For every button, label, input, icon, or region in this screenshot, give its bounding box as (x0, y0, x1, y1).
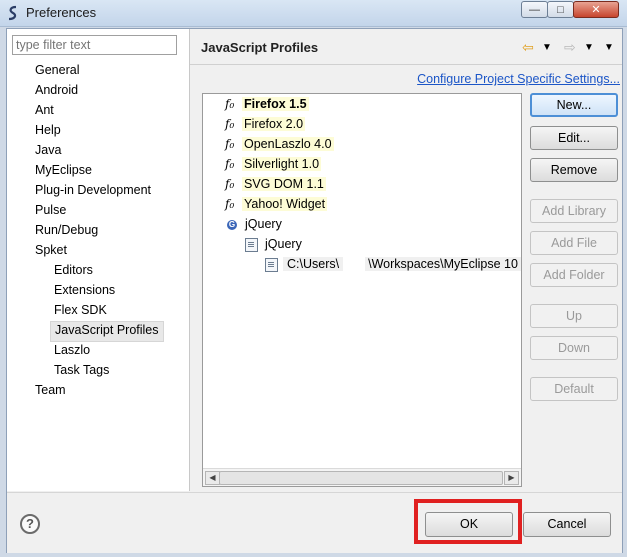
profile-item[interactable]: f₀ Yahoo! Widget (225, 195, 328, 214)
dialog-body: GeneralAndroidAntHelpJavaMyEclipsePlug-i… (6, 28, 623, 553)
tree-item[interactable]: Laszlo (50, 341, 94, 360)
profiles-tree[interactable]: f₀ Firefox 1.5 f₀ Firefox 2.0 f₀ OpenLaszlo… (202, 93, 522, 487)
down-button[interactable]: Down (530, 336, 618, 360)
scroll-thumb[interactable] (219, 471, 503, 485)
library-item[interactable]: jQuery (245, 235, 304, 254)
tree-item[interactable]: Flex SDK (50, 301, 111, 320)
configure-project-settings-link[interactable]: Configure Project Specific Settings... (417, 72, 620, 86)
help-icon[interactable]: ? (20, 514, 40, 534)
library-path-item[interactable]: C:\Users\ \Workspaces\MyEclipse 10 (265, 255, 521, 274)
close-icon: ✕ (591, 4, 601, 16)
add-library-button[interactable]: Add Library (530, 199, 618, 223)
maximize-icon: □ (557, 3, 564, 16)
edit-button[interactable]: Edit... (530, 126, 618, 150)
window-title: Preferences (26, 5, 97, 20)
app-icon (8, 5, 17, 21)
tree-item[interactable]: Team (31, 381, 70, 400)
fx-icon: f₀ (225, 197, 235, 211)
default-button[interactable]: Default (530, 377, 618, 401)
tree-item[interactable]: Pulse (31, 201, 70, 220)
fx-icon: f₀ (225, 137, 235, 151)
add-file-button[interactable]: Add File (530, 231, 618, 255)
tree-item[interactable]: Help (31, 121, 65, 140)
tree-item[interactable]: MyEclipse (31, 161, 96, 180)
forward-arrow-icon[interactable]: ⇨ (564, 39, 576, 56)
preferences-tree-pane: GeneralAndroidAntHelpJavaMyEclipsePlug-i… (7, 29, 190, 491)
up-button[interactable]: Up (530, 304, 618, 328)
title-separator (190, 64, 622, 65)
tree-item[interactable]: Run/Debug (31, 221, 102, 240)
preference-page: JavaScript Profiles ⇦ ▼ ⇨ ▼ ▼ Configure … (190, 29, 622, 491)
tree-item[interactable]: JavaScript Profiles (50, 321, 164, 342)
scroll-right-icon[interactable]: ▶ (504, 471, 519, 485)
tree-item[interactable]: Task Tags (50, 361, 113, 380)
close-button[interactable]: ✕ (573, 1, 619, 18)
horizontal-scrollbar[interactable]: ◀ ▶ (203, 468, 521, 486)
remove-button[interactable]: Remove (530, 158, 618, 182)
dialog-footer: ? OK Cancel (7, 492, 622, 553)
title-bar: Preferences — □ ✕ (0, 0, 627, 27)
fx-icon: f₀ (225, 157, 235, 171)
library-icon: G (227, 219, 237, 230)
view-menu-icon[interactable]: ▼ (604, 42, 614, 53)
cancel-button[interactable]: Cancel (523, 512, 611, 537)
tree-item[interactable]: Android (31, 81, 82, 100)
tree-item[interactable]: Extensions (50, 281, 119, 300)
scroll-left-icon[interactable]: ◀ (205, 471, 220, 485)
forward-dropdown-icon[interactable]: ▼ (584, 42, 594, 53)
add-folder-button[interactable]: Add Folder (530, 263, 618, 287)
minimize-button[interactable]: — (521, 1, 548, 18)
minimize-icon: — (529, 3, 540, 16)
profile-item[interactable]: f₀ Firefox 1.5 (225, 95, 309, 114)
fx-icon: f₀ (225, 97, 235, 111)
back-arrow-icon[interactable]: ⇦ (522, 39, 534, 56)
history-navigation: ⇦ ▼ ⇨ ▼ ▼ (520, 39, 620, 57)
back-dropdown-icon[interactable]: ▼ (542, 42, 552, 53)
library-file-icon (245, 237, 258, 252)
fx-icon: f₀ (225, 117, 235, 131)
profile-item[interactable]: f₀ SVG DOM 1.1 (225, 175, 326, 194)
profile-item[interactable]: f₀ Silverlight 1.0 (225, 155, 322, 174)
file-icon (265, 257, 278, 272)
profile-item[interactable]: GjQuery (227, 215, 284, 234)
tree-item[interactable]: Spket (31, 241, 71, 260)
profile-item[interactable]: f₀ Firefox 2.0 (225, 115, 306, 134)
ok-highlight-box (414, 499, 522, 544)
maximize-button[interactable]: □ (547, 1, 574, 18)
filter-input[interactable] (12, 35, 177, 55)
fx-icon: f₀ (225, 177, 235, 191)
tree-item[interactable]: Plug-in Development (31, 181, 155, 200)
tree-item[interactable]: General (31, 61, 83, 80)
tree-item[interactable]: Java (31, 141, 65, 160)
profile-item[interactable]: f₀ OpenLaszlo 4.0 (225, 135, 334, 154)
tree-item[interactable]: Ant (31, 101, 58, 120)
tree-item[interactable]: Editors (50, 261, 97, 280)
page-title: JavaScript Profiles (201, 40, 319, 55)
new-button[interactable]: New... (530, 93, 618, 117)
